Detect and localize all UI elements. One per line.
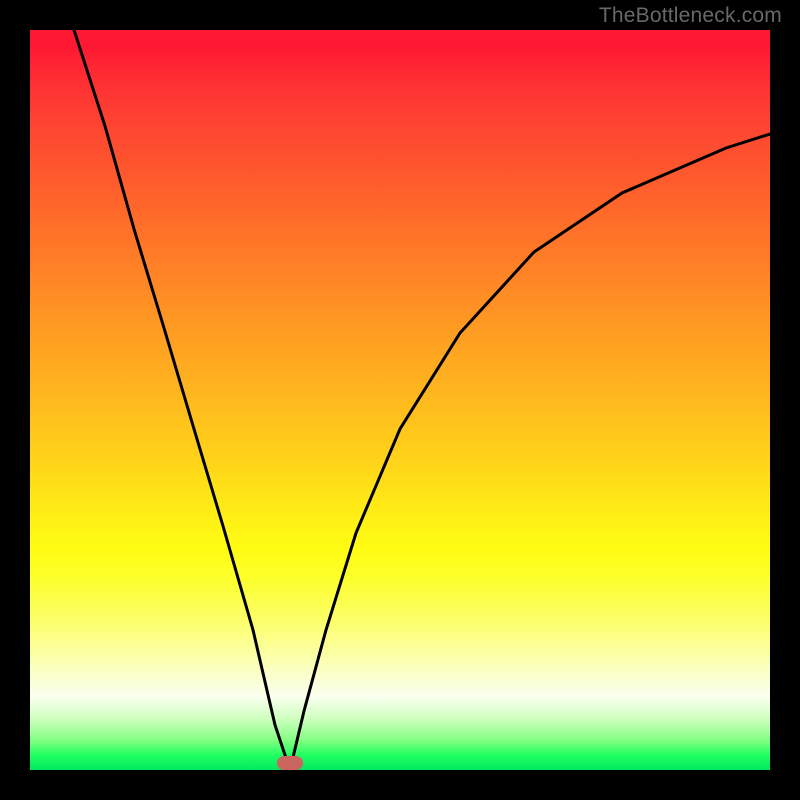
chart-curve-layer	[30, 30, 770, 770]
chart-minimum-marker	[277, 756, 303, 770]
chart-curve-path	[74, 30, 770, 770]
watermark-text: TheBottleneck.com	[599, 4, 782, 28]
chart-plot-area	[30, 30, 770, 770]
